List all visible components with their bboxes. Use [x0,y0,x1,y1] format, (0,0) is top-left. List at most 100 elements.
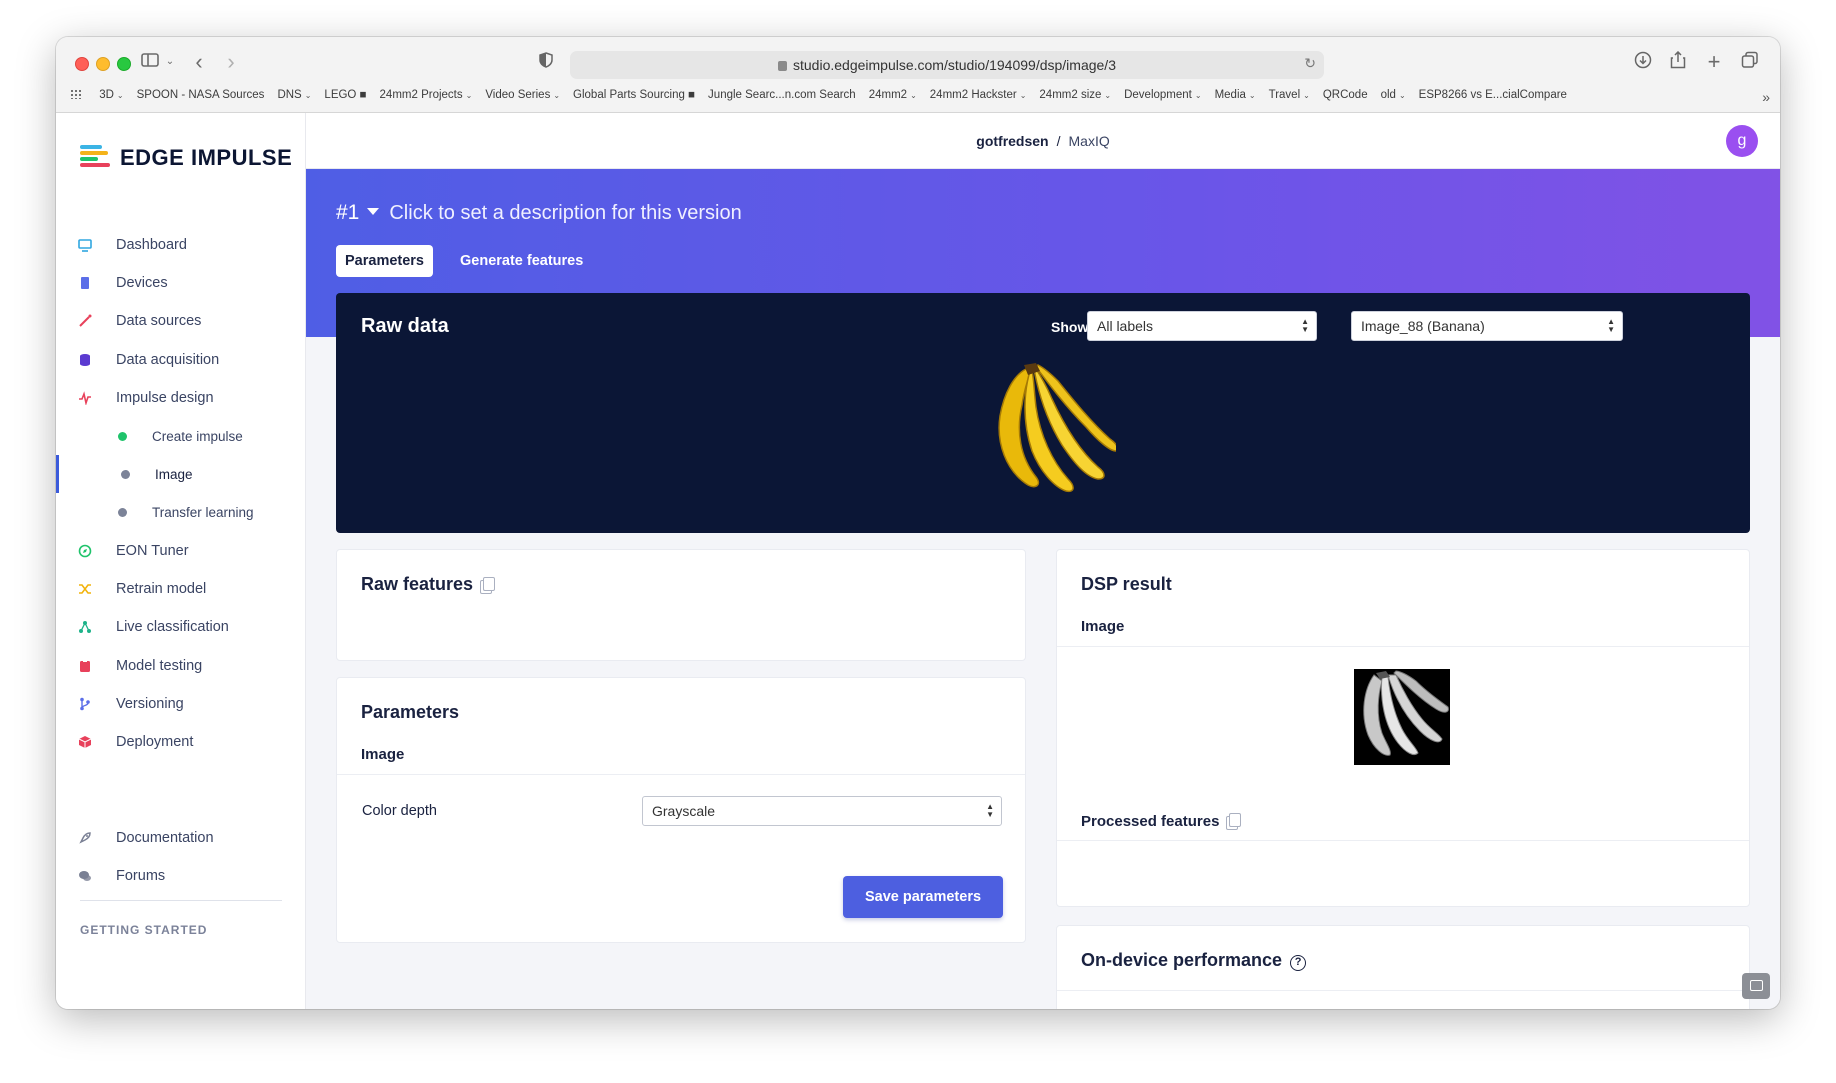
status-dot-icon [118,432,127,441]
back-arrow-icon[interactable]: ‹ [190,51,208,73]
bookmark-item[interactable]: ESP8266 vs E...cialCompare [1419,89,1567,101]
more-bookmarks-icon[interactable]: » [1762,89,1770,105]
bookmark-label: ESP8266 vs E...cialCompare [1418,89,1567,101]
sidebar-item-data-acquisition[interactable]: Data acquisition [56,341,306,379]
breadcrumb-project[interactable]: MaxIQ [1069,133,1110,149]
minimize-window-button[interactable] [96,57,110,71]
chevron-down-icon: ⌄ [1104,91,1112,100]
sidebar-item-label: Dashboard [116,237,187,253]
bookmark-item[interactable]: 24mm2 Projects ⌄ [380,89,473,101]
network-icon [78,620,92,634]
browser-window: ⌄ ‹ › studio.edgeimpulse.com/studio/1940… [56,37,1780,1009]
grayscale-banana-image [1354,669,1450,765]
apps-grid-icon[interactable] [70,89,82,99]
parameters-card: Parameters Image Color depth Grayscale ▲… [336,677,1026,943]
lock-icon [778,61,787,71]
bookmark-label: old [1380,89,1396,101]
bookmark-item[interactable]: 3D ⌄ [99,89,123,101]
bookmark-label: LEGO ■ [324,89,367,101]
sidebar-item-retrain-model[interactable]: Retrain model [56,570,306,608]
forward-arrow-icon[interactable]: › [222,51,240,73]
raw-data-panel: Raw data Show: All labels ▲ ▼ Image_88 (B… [336,293,1750,533]
sidebar-toggle-icon[interactable] [140,51,160,73]
bookmark-item[interactable]: Jungle Searc...n.com Search [708,89,856,101]
sidebar-menu-chevron-icon[interactable]: ⌄ [164,51,176,73]
sidebar-item-deployment[interactable]: Deployment [56,723,306,761]
bookmark-item[interactable]: Video Series ⌄ [485,89,560,101]
sidebar-item-image[interactable]: Image [56,455,306,494]
sidebar-item-versioning[interactable]: Versioning [56,685,306,723]
bookmarks-bar: 3D ⌄ SPOON - NASA Sources DNS ⌄ LEGO ■ 24mm2 P… [70,89,1580,107]
bookmark-label: SPOON - NASA Sources [136,89,265,101]
sidebar-item-model-testing[interactable]: Model testing [56,647,306,685]
select-arrows-icon: ▲ ▼ [986,802,994,819]
bookmark-item[interactable]: Global Parts Sourcing ■ [573,89,695,101]
user-avatar[interactable]: g [1726,125,1758,157]
bookmark-item[interactable]: Media ⌄ [1215,89,1256,101]
bookmark-item[interactable]: QRCode [1323,89,1368,101]
sidebar-item-create-impulse[interactable]: Create impulse [56,417,306,455]
help-icon[interactable]: ? [1290,955,1307,971]
bookmark-item[interactable]: DNS ⌄ [277,89,311,101]
share-icon[interactable] [1668,50,1688,73]
color-depth-select[interactable]: Grayscale ▲ ▼ [642,796,1002,826]
database-icon [78,353,92,367]
bookmark-item[interactable]: 24mm2 size ⌄ [1039,89,1111,101]
tab-parameters[interactable]: Parameters [336,245,433,277]
sidebar-item-documentation[interactable]: Documentation [56,819,306,857]
sidebar-item-label: Versioning [116,695,184,712]
sidebar-item-transfer-learning[interactable]: Transfer learning [56,493,306,531]
raw-data-title: Raw data [361,315,449,337]
privacy-shield-icon[interactable] [537,51,555,73]
bookmark-item[interactable]: SPOON - NASA Sources [137,89,265,101]
version-description[interactable]: Click to set a description for this vers… [389,202,741,224]
breadcrumb-user[interactable]: gotfredsen [976,133,1048,149]
sidebar-item-data-sources[interactable]: Data sources [56,302,306,340]
banana-image [966,361,1119,501]
reload-icon[interactable]: ↻ [1304,55,1316,72]
zoom-window-button[interactable] [117,57,131,71]
shuffle-icon [78,582,92,596]
save-parameters-button[interactable]: Save parameters [843,876,1003,918]
sidebar-item-eon-tuner[interactable]: EON Tuner [56,532,306,570]
raw-features-title: Raw features [361,574,474,594]
sidebar-item-devices[interactable]: Devices [56,264,306,302]
sidebar-item-impulse-design[interactable]: Impulse design [56,379,306,417]
bookmark-item[interactable]: LEGO ■ [324,89,366,101]
bookmark-item[interactable]: Development ⌄ [1124,89,1201,101]
bookmark-item[interactable]: 24mm2 ⌄ [869,89,917,101]
sidebar-item-live-classification[interactable]: Live classification [56,608,306,646]
sidebar-item-label: Image [155,467,193,483]
address-bar[interactable]: studio.edgeimpulse.com/studio/194099/dsp… [570,51,1324,79]
caret-down-icon [367,208,380,215]
sidebar-item-label: Forums [116,868,166,885]
top-bar: gotfredsen / MaxIQ g [306,113,1780,169]
branch-icon [78,697,92,711]
compass-icon [78,544,92,558]
sidebar-item-label: Live classification [116,619,229,636]
new-tab-icon[interactable]: + [1704,51,1724,73]
bookmark-item[interactable]: 24mm2 Hackster ⌄ [930,89,1027,101]
version-selector[interactable]: #1 Click to set a description for this ve… [336,201,742,225]
label-filter-select[interactable]: All labels ▲ ▼ [1087,311,1317,341]
bookmark-item[interactable]: Travel ⌄ [1269,89,1310,101]
copy-icon[interactable] [483,577,496,591]
monitor-icon [78,238,92,252]
sidebar-item-dashboard[interactable]: Dashboard [56,226,306,264]
sidebar-item-forums[interactable]: Forums [56,857,306,895]
feedback-icon[interactable] [1742,973,1770,999]
chevron-down-icon: ⌄ [1398,91,1406,100]
bookmark-item[interactable]: old ⌄ [1381,89,1406,101]
copy-icon[interactable] [1229,813,1242,827]
divider [1057,990,1749,991]
downloads-icon[interactable] [1633,51,1653,73]
cube-icon [78,735,92,749]
close-window-button[interactable] [75,57,89,71]
magic-wand-icon [78,314,92,328]
tab-overview-icon[interactable] [1740,51,1760,73]
main-content: gotfredsen / MaxIQ g #1 Click to set a desc… [306,113,1780,1009]
sample-select[interactable]: Image_88 (Banana) ▲ ▼ [1351,311,1623,341]
tab-generate-features[interactable]: Generate features [451,245,592,277]
on-device-title: On-device performance [1081,950,1283,970]
chevron-down-icon: ⌄ [116,91,124,100]
